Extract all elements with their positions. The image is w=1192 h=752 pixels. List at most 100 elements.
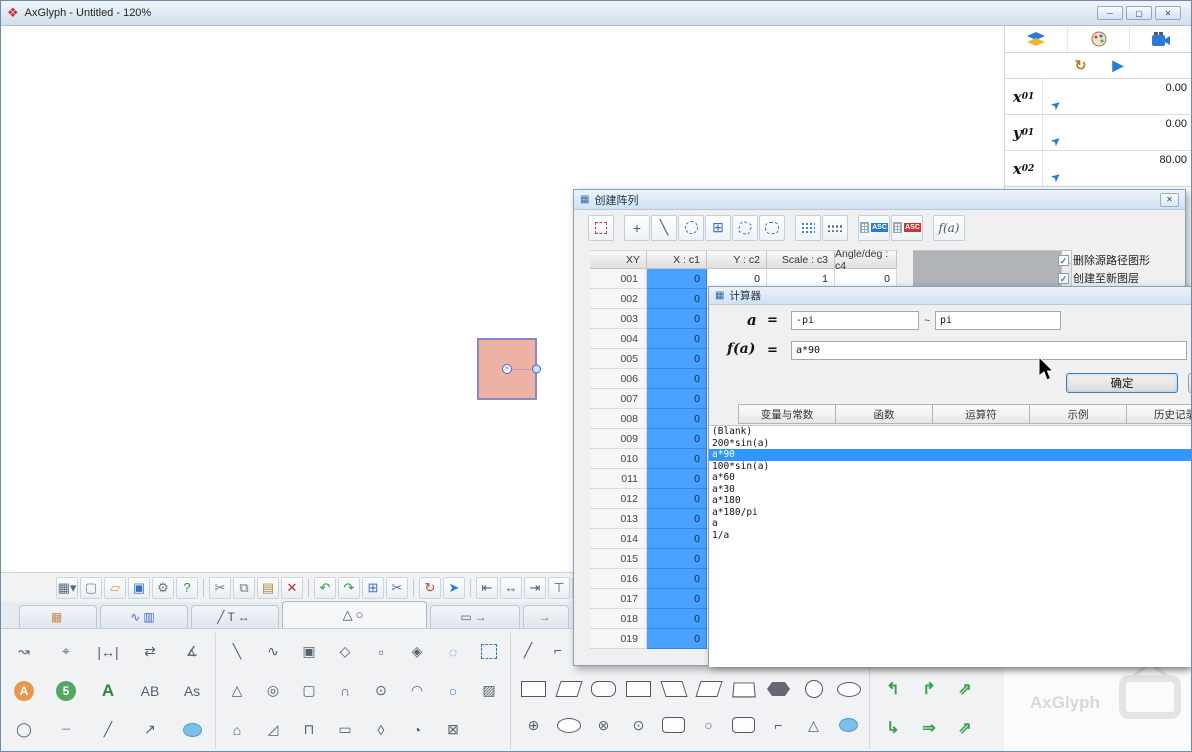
pointer-icon[interactable]: ➤ <box>443 576 465 599</box>
align-right-icon[interactable]: ⇥ <box>524 576 546 599</box>
add-point-icon[interactable]: + <box>624 214 650 241</box>
tab-examples[interactable]: 示例 <box>1029 404 1127 424</box>
dashed-hexagon-path-icon[interactable] <box>759 214 785 241</box>
paste-icon[interactable]: ▤ <box>257 576 279 599</box>
crossed-rect-icon[interactable]: ⊠ <box>435 710 471 749</box>
expression-input[interactable]: a*90 <box>791 341 1187 360</box>
history-item[interactable]: 1/a <box>709 530 1191 542</box>
refresh-icon[interactable]: ↻ <box>1075 57 1087 74</box>
shape-resize-handle[interactable] <box>532 364 541 374</box>
rect-node-icon[interactable]: ▣ <box>291 632 327 671</box>
grid-select-icon[interactable]: ⊞ <box>362 576 384 599</box>
arrow-curve-ne[interactable]: ⇗ <box>947 669 983 708</box>
pin-icon[interactable]: ➤ <box>1048 168 1065 185</box>
history-item[interactable]: a*180/pi <box>709 507 1191 519</box>
quarter-circle-icon[interactable]: ◔ <box>399 710 435 749</box>
arrow-turn-down-right[interactable]: ↳ <box>875 708 911 747</box>
circle-target-icon[interactable]: ◎ <box>255 671 291 710</box>
separator[interactable] <box>470 578 471 597</box>
step-line-icon[interactable]: ⌐ <box>543 633 573 667</box>
separator[interactable] <box>413 578 414 597</box>
delete-source-path-checkbox[interactable]: 删除源路径图形 <box>1058 251 1150 269</box>
ok-button[interactable]: 确定 <box>1066 373 1178 393</box>
pen-line-icon[interactable]: ╲ <box>219 632 255 671</box>
flow-rounded-rect[interactable] <box>656 707 691 743</box>
flow-circle-x[interactable]: ⊗ <box>586 707 621 743</box>
arc-icon[interactable]: ∩ <box>327 671 363 710</box>
close-icon[interactable] <box>1160 192 1179 207</box>
settings-gear-icon[interactable]: ⚙ <box>152 576 174 599</box>
dashed-rect-icon[interactable] <box>471 632 507 671</box>
ellipse-tool-icon[interactable]: ◯ <box>3 710 45 749</box>
cut-icon[interactable]: ✂ <box>209 576 231 599</box>
shape-center-marker[interactable] <box>502 364 512 374</box>
pentagon-icon[interactable]: ⌂ <box>219 710 255 749</box>
history-item[interactable]: (Blank) <box>709 426 1191 438</box>
history-item[interactable]: a <box>709 518 1191 530</box>
function-icon[interactable]: f(a) <box>933 214 965 241</box>
axis-icon[interactable]: ∡ <box>171 632 213 671</box>
create-new-layer-checkbox[interactable]: 创建至新图层 <box>1058 269 1150 287</box>
line-tool-icon[interactable]: ╱ <box>87 710 129 749</box>
save-icon[interactable]: ▣ <box>128 576 150 599</box>
dashed-circle-icon[interactable]: ◌ <box>435 632 471 671</box>
double-arrow-icon[interactable]: ⇄ <box>129 632 171 671</box>
rotate-icon[interactable]: ↻ <box>419 576 441 599</box>
bracket-shape-icon[interactable]: ⊓ <box>291 710 327 749</box>
checkbox-box[interactable] <box>1058 272 1069 284</box>
flow-parallelogram-left[interactable] <box>656 671 691 707</box>
segment-pen-icon[interactable]: ╱ <box>513 633 543 667</box>
view-menu-icon[interactable]: ▦▾ <box>56 576 78 599</box>
palette-icon[interactable] <box>1068 26 1131 52</box>
comment-bubble-2[interactable] <box>831 707 866 743</box>
marquee-select-icon[interactable] <box>588 214 614 241</box>
diamond-nodes-icon[interactable]: ◈ <box>399 632 435 671</box>
property-value[interactable]: 0.00 <box>1166 82 1187 94</box>
circle-dot-icon[interactable]: ⊙ <box>363 671 399 710</box>
polyline-icon[interactable]: ∿ <box>255 632 291 671</box>
new-doc-icon[interactable]: ▢ <box>80 576 102 599</box>
triangle-icon[interactable]: △ <box>219 671 255 710</box>
style-a-green-icon[interactable]: A <box>87 671 129 710</box>
range-to-input[interactable]: pi <box>935 311 1061 330</box>
style-ab-icon[interactable]: AB <box>129 671 171 710</box>
history-item[interactable]: a*60 <box>709 472 1191 484</box>
path-cut-icon[interactable]: ✂ <box>386 576 408 599</box>
layers-icon[interactable] <box>1005 26 1068 52</box>
flow-hexagon[interactable] <box>761 671 796 707</box>
history-list[interactable]: (Blank) 200*sin(a) a*90 100*sin(a) a*60 a*30 a… <box>709 425 1191 667</box>
history-item[interactable]: a*180 <box>709 495 1191 507</box>
history-item[interactable]: 100*sin(a) <box>709 461 1191 473</box>
property-value[interactable]: 80.00 <box>1159 154 1187 166</box>
history-item[interactable]: a*90 <box>709 449 1191 461</box>
pin-icon[interactable]: ➤ <box>1048 132 1065 149</box>
arrow-tool-icon[interactable]: ↗ <box>129 710 171 749</box>
pin-icon[interactable]: ➤ <box>1048 96 1065 113</box>
hatched-rect-icon[interactable]: ▨ <box>471 671 507 710</box>
arc-segment-icon[interactable]: ◠ <box>399 671 435 710</box>
flow-rounded-rect-2[interactable] <box>726 707 761 743</box>
minimize-button[interactable]: ─ <box>1097 6 1123 20</box>
tab-basic-shapes[interactable]: △○ <box>282 601 427 628</box>
delete-icon[interactable]: ✕ <box>281 576 303 599</box>
dot-grid-icon[interactable] <box>795 214 821 241</box>
selected-square-shape[interactable] <box>477 338 541 400</box>
flow-triangle[interactable]: △ <box>796 707 831 743</box>
measure-icon[interactable]: |↔| <box>87 632 129 671</box>
flow-circle-dot[interactable]: ⊙ <box>621 707 656 743</box>
flow-parallelogram[interactable] <box>551 671 586 707</box>
arrow-curve-ne-2[interactable]: ⇗ <box>947 708 983 747</box>
freehand-curve-icon[interactable]: ↝ <box>3 632 45 671</box>
separator[interactable] <box>308 578 309 597</box>
tab-charts[interactable]: ∿▥ <box>100 605 188 628</box>
flow-rect-2[interactable] <box>621 671 656 707</box>
diamond-icon[interactable]: ◇ <box>327 632 363 671</box>
align-center-icon[interactable]: ↔ <box>500 576 522 599</box>
arrow-turn-up-left[interactable]: ↰ <box>875 669 911 708</box>
flow-parallelogram-2[interactable] <box>691 671 726 707</box>
right-triangle-icon[interactable]: ◿ <box>255 710 291 749</box>
style-5-green-icon[interactable]: 5 <box>45 671 87 710</box>
flow-circle-small[interactable]: ○ <box>691 707 726 743</box>
line-path-icon[interactable]: ╲ <box>651 214 677 241</box>
arrow-turn-up-right[interactable]: ↱ <box>911 669 947 708</box>
